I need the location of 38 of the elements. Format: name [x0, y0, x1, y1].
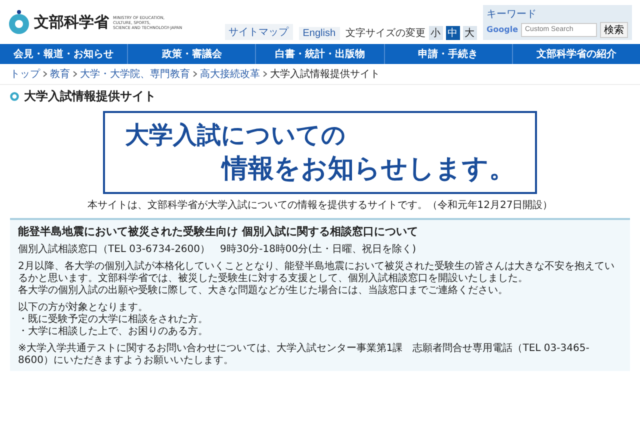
site-description: 本サイトは、文部科学省が大学入試についての情報を提供するサイトです。（令和元年12月27日開設） — [86, 198, 554, 213]
notice-text: 各大学の個別入試の出願や受験に際して、大きな問題などが生じた場合には、当該窓口までご連絡ください。 — [18, 285, 509, 297]
notice-text: ・既に受験予定の大学に相談をされた方。 — [18, 314, 209, 326]
nav-item[interactable]: 政策・審議会 — [127, 44, 256, 64]
circle-bullet-icon — [10, 92, 19, 101]
chevron-icon — [43, 71, 47, 77]
notice-text: ※大学入学共通テストに関するお問い合わせについては、大学入試センター事業第1課 志願者問合せ専用電話（TEL 03-3465-8600）にいただきますようお願いいたします。 — [18, 343, 590, 367]
font-size-label: 文字サイズの変更 — [346, 26, 426, 40]
nav-item[interactable]: 文部科学省の紹介 — [512, 44, 640, 64]
nav-item[interactable]: 会見・報道・お知らせ — [0, 44, 128, 64]
notice-title: 能登半島地震において被災された受験生向け 個別入試に関する相談窓口について — [18, 224, 419, 239]
header-link[interactable]: サイトマップ — [224, 24, 293, 40]
chevron-icon — [193, 71, 197, 77]
breadcrumb-link[interactable]: 教育 — [50, 67, 70, 81]
breadcrumb-link[interactable]: トップ — [10, 67, 40, 81]
header-link[interactable]: English — [298, 26, 340, 40]
breadcrumb-link[interactable]: 高大接続改革 — [200, 67, 260, 81]
search-button[interactable]: 検索 — [600, 22, 628, 38]
font-size-button[interactable]: 中 — [446, 26, 460, 40]
keyword-label: キーワード — [486, 8, 538, 20]
search-logo-text: Google — [486, 25, 518, 34]
logo-text: 文部科学省 — [34, 12, 109, 32]
notice-text: 個別入試相談窓口（TEL 03-6734-2600） 9時30分-18時00分(土・日曜、祝日を除く) — [18, 244, 417, 256]
font-size-button[interactable]: 小 — [428, 26, 443, 40]
nav-item[interactable]: 白書・統計・出版物 — [255, 44, 384, 64]
breadcrumb-current: 大学入試情報提供サイト — [270, 68, 380, 81]
nav-item[interactable]: 申請・手続き — [384, 44, 512, 64]
notice-text: 2月以降、各大学の個別入試が本格化していくこととなり、能登半島地震において被災された受験生の皆さんは大きな不安を抱えているかと思います。文部科学省では、被災した受験生に対する支援として、個別入試相談窓口を開設いたしました。 — [18, 261, 616, 284]
ministry-logo-icon — [8, 9, 30, 35]
chevron-icon — [73, 71, 77, 77]
hero-text: 情報をお知らせします。 — [222, 153, 515, 186]
page-title: 大学入試情報提供サイト — [24, 88, 156, 105]
notice-text: ・大学に相談した上で、お困りのある方。 — [18, 326, 209, 338]
font-size-button[interactable]: 大 — [462, 26, 477, 40]
chevron-icon — [263, 71, 267, 77]
hero-text: 大学入試についての — [125, 120, 347, 151]
notice-text: 以下の方が対象となります。 — [18, 302, 149, 314]
breadcrumb-link[interactable]: 大学・大学院、専門教育 — [80, 67, 190, 81]
